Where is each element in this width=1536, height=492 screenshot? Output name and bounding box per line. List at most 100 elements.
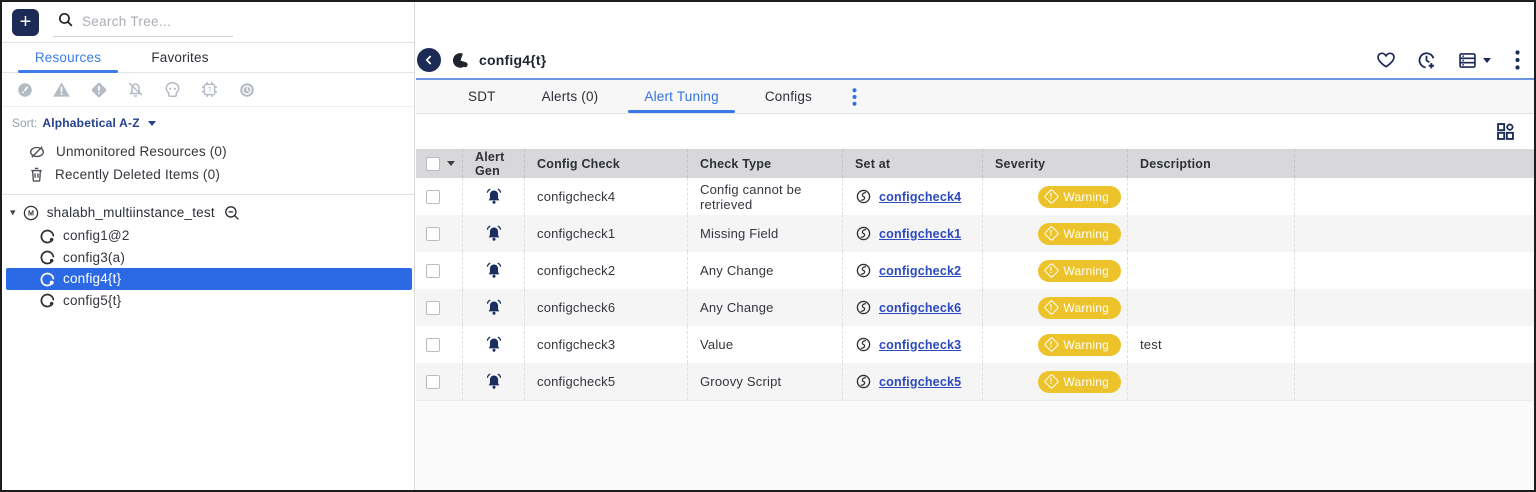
warning-diamond-icon: ! bbox=[1044, 188, 1060, 205]
set-at-link[interactable]: configcheck6 bbox=[879, 301, 961, 315]
set-at-link[interactable]: configcheck2 bbox=[879, 264, 961, 278]
check-type-cell: Config cannot be retrieved bbox=[687, 178, 842, 215]
tree-search[interactable] bbox=[53, 7, 233, 37]
tab-alert-tuning[interactable]: Alert Tuning bbox=[628, 80, 736, 113]
row-checkbox[interactable] bbox=[426, 300, 440, 315]
severity-cell: ! Warning bbox=[982, 178, 1127, 215]
collapse-back-button[interactable] bbox=[417, 48, 441, 72]
bell-ring-icon bbox=[486, 373, 501, 389]
sort-dropdown[interactable]: Alphabetical A-Z bbox=[42, 116, 139, 130]
unmonitored-resources-label: Unmonitored Resources (0) bbox=[56, 144, 227, 159]
set-at-cell: configcheck5 bbox=[842, 363, 982, 400]
set-at-link[interactable]: configcheck5 bbox=[879, 375, 961, 389]
recently-deleted-label: Recently Deleted Items (0) bbox=[55, 167, 221, 182]
col-set-at[interactable]: Set at bbox=[842, 149, 982, 178]
row-checkbox[interactable] bbox=[426, 374, 440, 389]
sdt-schedule-icon[interactable] bbox=[1416, 50, 1437, 71]
severity-warning-badge: ! Warning bbox=[1038, 333, 1121, 356]
table-row: configcheck4 Config cannot be retrieved … bbox=[416, 178, 1534, 215]
alerting-disabled-bell-slash-icon[interactable] bbox=[126, 80, 145, 99]
tree-item-config1[interactable]: config1@2 bbox=[6, 225, 412, 247]
table-row: configcheck5 Groovy Script configcheck5 … bbox=[416, 363, 1534, 400]
tab-sdt[interactable]: SDT bbox=[452, 80, 512, 113]
row-checkbox[interactable] bbox=[426, 337, 440, 352]
tabs-overflow-kebab-icon[interactable] bbox=[852, 80, 857, 113]
select-all-header[interactable] bbox=[416, 149, 462, 178]
tree-item-config4-selected[interactable]: config4{t} bbox=[6, 268, 412, 290]
col-alert-gen[interactable]: Alert Gen bbox=[462, 149, 524, 178]
config-check-cell: configcheck1 bbox=[524, 215, 687, 252]
alert-critical-icon[interactable] bbox=[15, 80, 34, 99]
row-checkbox[interactable] bbox=[426, 263, 440, 278]
search-icon bbox=[57, 11, 74, 33]
search-input[interactable] bbox=[82, 14, 222, 29]
svg-text:M: M bbox=[28, 209, 34, 217]
set-at-link[interactable]: configcheck3 bbox=[879, 338, 961, 352]
col-check-type[interactable]: Check Type bbox=[687, 149, 842, 178]
add-resource-button[interactable]: + bbox=[12, 8, 39, 36]
severity-cell: ! Warning bbox=[982, 252, 1127, 289]
alert-gen-cell bbox=[462, 326, 524, 363]
detail-header: config4{t} bbox=[416, 42, 1534, 78]
row-checkbox[interactable] bbox=[426, 226, 440, 241]
config-check-cell: configcheck3 bbox=[524, 326, 687, 363]
severity-cell: ! Warning bbox=[982, 363, 1127, 400]
warning-diamond-icon: ! bbox=[1044, 262, 1060, 279]
select-all-checkbox[interactable] bbox=[426, 156, 440, 171]
unmonitored-chip-icon[interactable]: ? bbox=[200, 80, 219, 99]
sdt-clock-icon[interactable] bbox=[237, 80, 256, 99]
zoom-out-icon[interactable] bbox=[223, 204, 241, 222]
top-spacer bbox=[416, 2, 1534, 42]
customize-columns-icon[interactable] bbox=[1495, 121, 1516, 142]
bell-ring-icon bbox=[486, 336, 501, 352]
tree-group-row[interactable]: ▾ M shalabh_multiinstance_test bbox=[2, 200, 414, 225]
col-empty bbox=[1294, 149, 1534, 178]
set-at-link[interactable]: configcheck1 bbox=[879, 227, 961, 241]
favorite-heart-icon[interactable] bbox=[1376, 50, 1396, 70]
chevron-down-icon[interactable] bbox=[147, 120, 156, 126]
tree-item-config3[interactable]: config3(a) bbox=[6, 247, 412, 269]
unmonitored-resources-item[interactable]: Unmonitored Resources (0) bbox=[2, 140, 414, 163]
description-cell bbox=[1127, 363, 1294, 400]
resource-sidebar: + Resources Favorites bbox=[2, 2, 415, 490]
chevron-down-icon[interactable] bbox=[447, 161, 455, 166]
table-footer-space bbox=[416, 400, 1534, 490]
tree-item-label: config5{t} bbox=[63, 292, 122, 308]
set-at-cell: configcheck2 bbox=[842, 252, 982, 289]
tab-configs[interactable]: Configs bbox=[749, 80, 828, 113]
datasource-icon bbox=[856, 189, 871, 204]
col-config-check[interactable]: Config Check bbox=[524, 149, 687, 178]
recently-deleted-item[interactable]: Recently Deleted Items (0) bbox=[2, 163, 414, 186]
chevron-down-icon bbox=[1483, 57, 1491, 63]
set-at-link[interactable]: configcheck4 bbox=[879, 190, 961, 204]
alert-warning-diamond-icon[interactable] bbox=[89, 80, 108, 99]
eye-slash-icon bbox=[29, 145, 45, 158]
tree-item-label: config3(a) bbox=[63, 249, 126, 265]
description-cell bbox=[1127, 289, 1294, 326]
resource-view-selector[interactable] bbox=[1457, 50, 1491, 71]
dead-skull-icon[interactable] bbox=[163, 80, 182, 99]
more-options-kebab-icon[interactable] bbox=[1515, 50, 1520, 70]
col-severity[interactable]: Severity bbox=[982, 149, 1127, 178]
table-row: configcheck1 Missing Field configcheck1 … bbox=[416, 215, 1534, 252]
set-at-cell: configcheck6 bbox=[842, 289, 982, 326]
sort-control: Sort: Alphabetical A-Z bbox=[12, 116, 414, 130]
bell-ring-icon bbox=[486, 299, 501, 315]
severity-warning-badge: ! Warning bbox=[1038, 296, 1121, 319]
description-cell bbox=[1127, 215, 1294, 252]
bell-ring-icon bbox=[486, 225, 501, 241]
tab-resources[interactable]: Resources bbox=[18, 43, 118, 73]
warning-diamond-icon: ! bbox=[1044, 225, 1060, 242]
datasource-icon bbox=[856, 300, 871, 315]
config-instance-icon bbox=[40, 293, 55, 308]
tab-alerts[interactable]: Alerts (0) bbox=[526, 80, 615, 113]
col-description[interactable]: Description bbox=[1127, 149, 1294, 178]
alert-error-triangle-icon[interactable] bbox=[52, 80, 71, 99]
row-checkbox[interactable] bbox=[426, 189, 440, 204]
sidebar-topbar: + bbox=[2, 2, 414, 43]
tree-item-config5[interactable]: config5{t} bbox=[6, 290, 412, 312]
tab-favorites[interactable]: Favorites bbox=[130, 43, 230, 72]
bell-ring-icon bbox=[486, 188, 501, 204]
check-type-cell: Any Change bbox=[687, 289, 842, 326]
chevron-down-icon[interactable]: ▾ bbox=[10, 207, 16, 219]
